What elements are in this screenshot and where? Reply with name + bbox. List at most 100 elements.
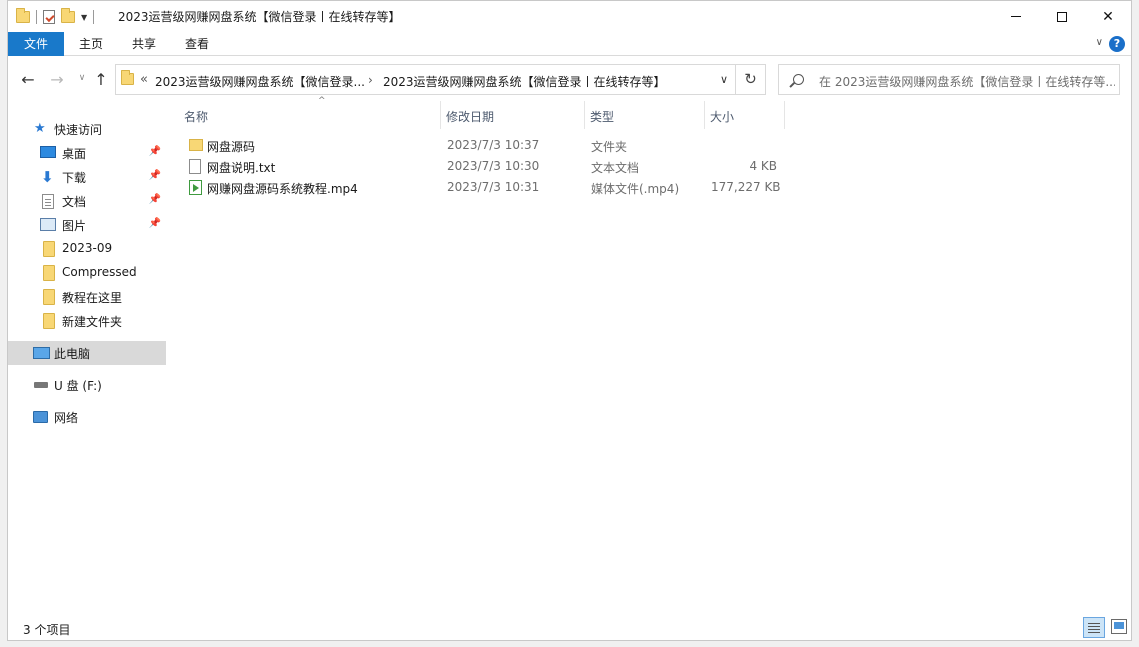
forward-button[interactable]: → <box>48 70 66 89</box>
sidebar-item-label: 桌面 <box>62 147 87 161</box>
sidebar-item-2023-09[interactable]: 2023-09 <box>8 237 166 261</box>
address-folder-icon <box>121 70 134 85</box>
item-count: 3 个项目 <box>23 623 71 637</box>
customize-toolbar-dropdown-icon[interactable]: ▼ <box>81 13 87 22</box>
navigation-pane: ★ 快速访问 桌面 📌 ⬇ 下载 📌 文档 📌 图片 📌 2023-09 Com… <box>8 101 166 613</box>
expand-ribbon-icon[interactable]: ∨ <box>1096 37 1103 48</box>
new-folder-icon[interactable] <box>61 8 75 23</box>
recent-locations-button[interactable]: ∨ <box>73 73 91 83</box>
column-header-type[interactable]: 类型 <box>585 101 704 129</box>
toolbar-separator <box>36 10 37 24</box>
search-box[interactable]: 在 2023运营级网赚网盘系统【微信登录丨在线转存等... <box>778 64 1120 95</box>
sidebar-item-tutorial[interactable]: 教程在这里 <box>8 285 166 309</box>
picture-icon <box>40 218 56 231</box>
sidebar-item-desktop[interactable]: 桌面 📌 <box>8 141 166 165</box>
address-bar[interactable]: « 2023运营级网赚网盘系统【微信登录... › 2023运营级网赚网盘系统【… <box>115 64 736 95</box>
file-row[interactable]: 网盘源码 2023/7/3 10:37 文件夹 <box>185 135 785 156</box>
file-name: 网赚网盘源码系统教程.mp4 <box>207 182 358 196</box>
minimize-icon <box>1011 16 1021 17</box>
folder-icon <box>16 8 30 23</box>
sidebar-item-label: 此电脑 <box>54 347 91 361</box>
file-row[interactable]: 网盘说明.txt 2023/7/3 10:30 文本文档 4 KB <box>185 156 785 177</box>
tab-home[interactable]: 主页 <box>78 32 104 56</box>
column-header-label: 大小 <box>710 110 735 124</box>
pin-icon[interactable]: 📌 <box>149 170 161 181</box>
file-type: 文件夹 <box>591 140 628 154</box>
quick-access-toolbar: ▼ <box>16 7 95 27</box>
sidebar-item-quick-access[interactable]: ★ 快速访问 <box>8 117 166 141</box>
pin-icon[interactable]: 📌 <box>149 194 161 205</box>
file-size: 177,227 KB <box>711 180 781 194</box>
tab-file[interactable]: 文件 <box>8 32 64 56</box>
sidebar-item-label: 网络 <box>54 411 79 425</box>
title-bar: ▼ 2023运营级网赚网盘系统【微信登录丨在线转存等】 ✕ <box>8 1 1131 32</box>
column-divider[interactable] <box>784 101 785 129</box>
sidebar-item-this-pc[interactable]: 此电脑 <box>8 341 166 365</box>
sidebar-item-label: Compressed <box>62 265 137 279</box>
document-icon <box>42 194 54 209</box>
details-view-icon[interactable] <box>1083 617 1105 638</box>
video-file-icon <box>189 180 202 195</box>
explorer-window: ▼ 2023运营级网赚网盘系统【微信登录丨在线转存等】 ✕ 文件 主页 共享 查… <box>7 0 1132 641</box>
pin-icon[interactable]: 📌 <box>149 146 161 157</box>
column-header-size[interactable]: 大小 <box>705 101 784 129</box>
close-icon: ✕ <box>1102 8 1114 25</box>
ribbon-tabs: 文件 主页 共享 查看 ∨ ? <box>8 32 1131 56</box>
breadcrumb-item-current[interactable]: 2023运营级网赚网盘系统【微信登录丨在线转存等】 <box>383 73 666 90</box>
file-name: 网盘源码 <box>207 140 256 154</box>
breadcrumb-item[interactable]: 2023运营级网赚网盘系统【微信登录... <box>155 73 365 90</box>
maximize-icon <box>1057 11 1067 22</box>
file-date: 2023/7/3 10:30 <box>447 159 540 173</box>
column-header-label: 类型 <box>590 110 615 124</box>
column-header-name[interactable]: ^ 名称 <box>179 96 440 129</box>
file-date: 2023/7/3 10:37 <box>447 138 540 152</box>
column-header-label: 修改日期 <box>446 110 495 124</box>
sort-ascending-icon: ^ <box>318 96 326 106</box>
computer-icon <box>33 347 50 359</box>
column-header-date[interactable]: 修改日期 <box>441 101 584 129</box>
sidebar-item-downloads[interactable]: ⬇ 下载 📌 <box>8 165 166 189</box>
large-icons-view-icon[interactable] <box>1111 619 1127 634</box>
address-history-dropdown-icon[interactable]: ∨ <box>720 73 728 86</box>
tab-share[interactable]: 共享 <box>131 32 157 56</box>
sidebar-item-new-folder[interactable]: 新建文件夹 <box>8 309 166 333</box>
status-bar: 3 个项目 <box>8 613 1131 640</box>
minimize-button[interactable] <box>993 1 1039 32</box>
close-button[interactable]: ✕ <box>1085 1 1131 32</box>
column-header-label: 名称 <box>184 110 209 124</box>
sidebar-item-label: 图片 <box>62 219 87 233</box>
file-row[interactable]: 网赚网盘源码系统教程.mp4 2023/7/3 10:31 媒体文件(.mp4)… <box>185 177 785 198</box>
up-button[interactable]: ↑ <box>92 70 110 89</box>
breadcrumb-separator-icon[interactable]: › <box>368 73 373 87</box>
sidebar-item-compressed[interactable]: Compressed <box>8 261 166 285</box>
back-button[interactable]: ← <box>19 70 37 89</box>
properties-icon[interactable] <box>43 10 55 24</box>
maximize-button[interactable] <box>1039 1 1085 32</box>
toolbar-separator <box>93 10 95 24</box>
text-file-icon <box>189 159 201 174</box>
sidebar-item-pictures[interactable]: 图片 📌 <box>8 213 166 237</box>
navigation-bar: ← → ∨ ↑ « 2023运营级网赚网盘系统【微信登录... › 2023运营… <box>8 57 1131 101</box>
sidebar-item-network[interactable]: 网络 <box>8 405 166 429</box>
refresh-button[interactable]: ↻ <box>736 64 766 95</box>
sidebar-item-usb-drive[interactable]: U 盘 (F:) <box>8 373 166 397</box>
file-list: ^ 名称 修改日期 类型 大小 网盘源码 2023/7/3 10:37 文件夹 … <box>166 96 1131 613</box>
search-placeholder: 在 2023运营级网赚网盘系统【微信登录丨在线转存等... <box>819 75 1115 89</box>
folder-icon <box>189 139 203 151</box>
sidebar-item-label: U 盘 (F:) <box>54 379 102 393</box>
pin-icon[interactable]: 📌 <box>149 218 161 229</box>
desktop-icon <box>40 146 56 158</box>
folder-icon <box>43 289 55 305</box>
breadcrumb-overflow-button[interactable]: « <box>140 72 148 87</box>
folder-icon <box>43 241 55 257</box>
help-icon[interactable]: ? <box>1109 36 1125 52</box>
tab-view[interactable]: 查看 <box>184 32 210 56</box>
sidebar-item-documents[interactable]: 文档 📌 <box>8 189 166 213</box>
sidebar-item-label: 新建文件夹 <box>62 315 123 329</box>
sidebar-item-label: 下载 <box>62 171 87 185</box>
file-size: 4 KB <box>749 159 777 173</box>
folder-icon <box>43 313 55 329</box>
file-type: 文本文档 <box>591 161 640 175</box>
drive-icon <box>34 382 48 388</box>
window-title: 2023运营级网赚网盘系统【微信登录丨在线转存等】 <box>118 10 401 24</box>
